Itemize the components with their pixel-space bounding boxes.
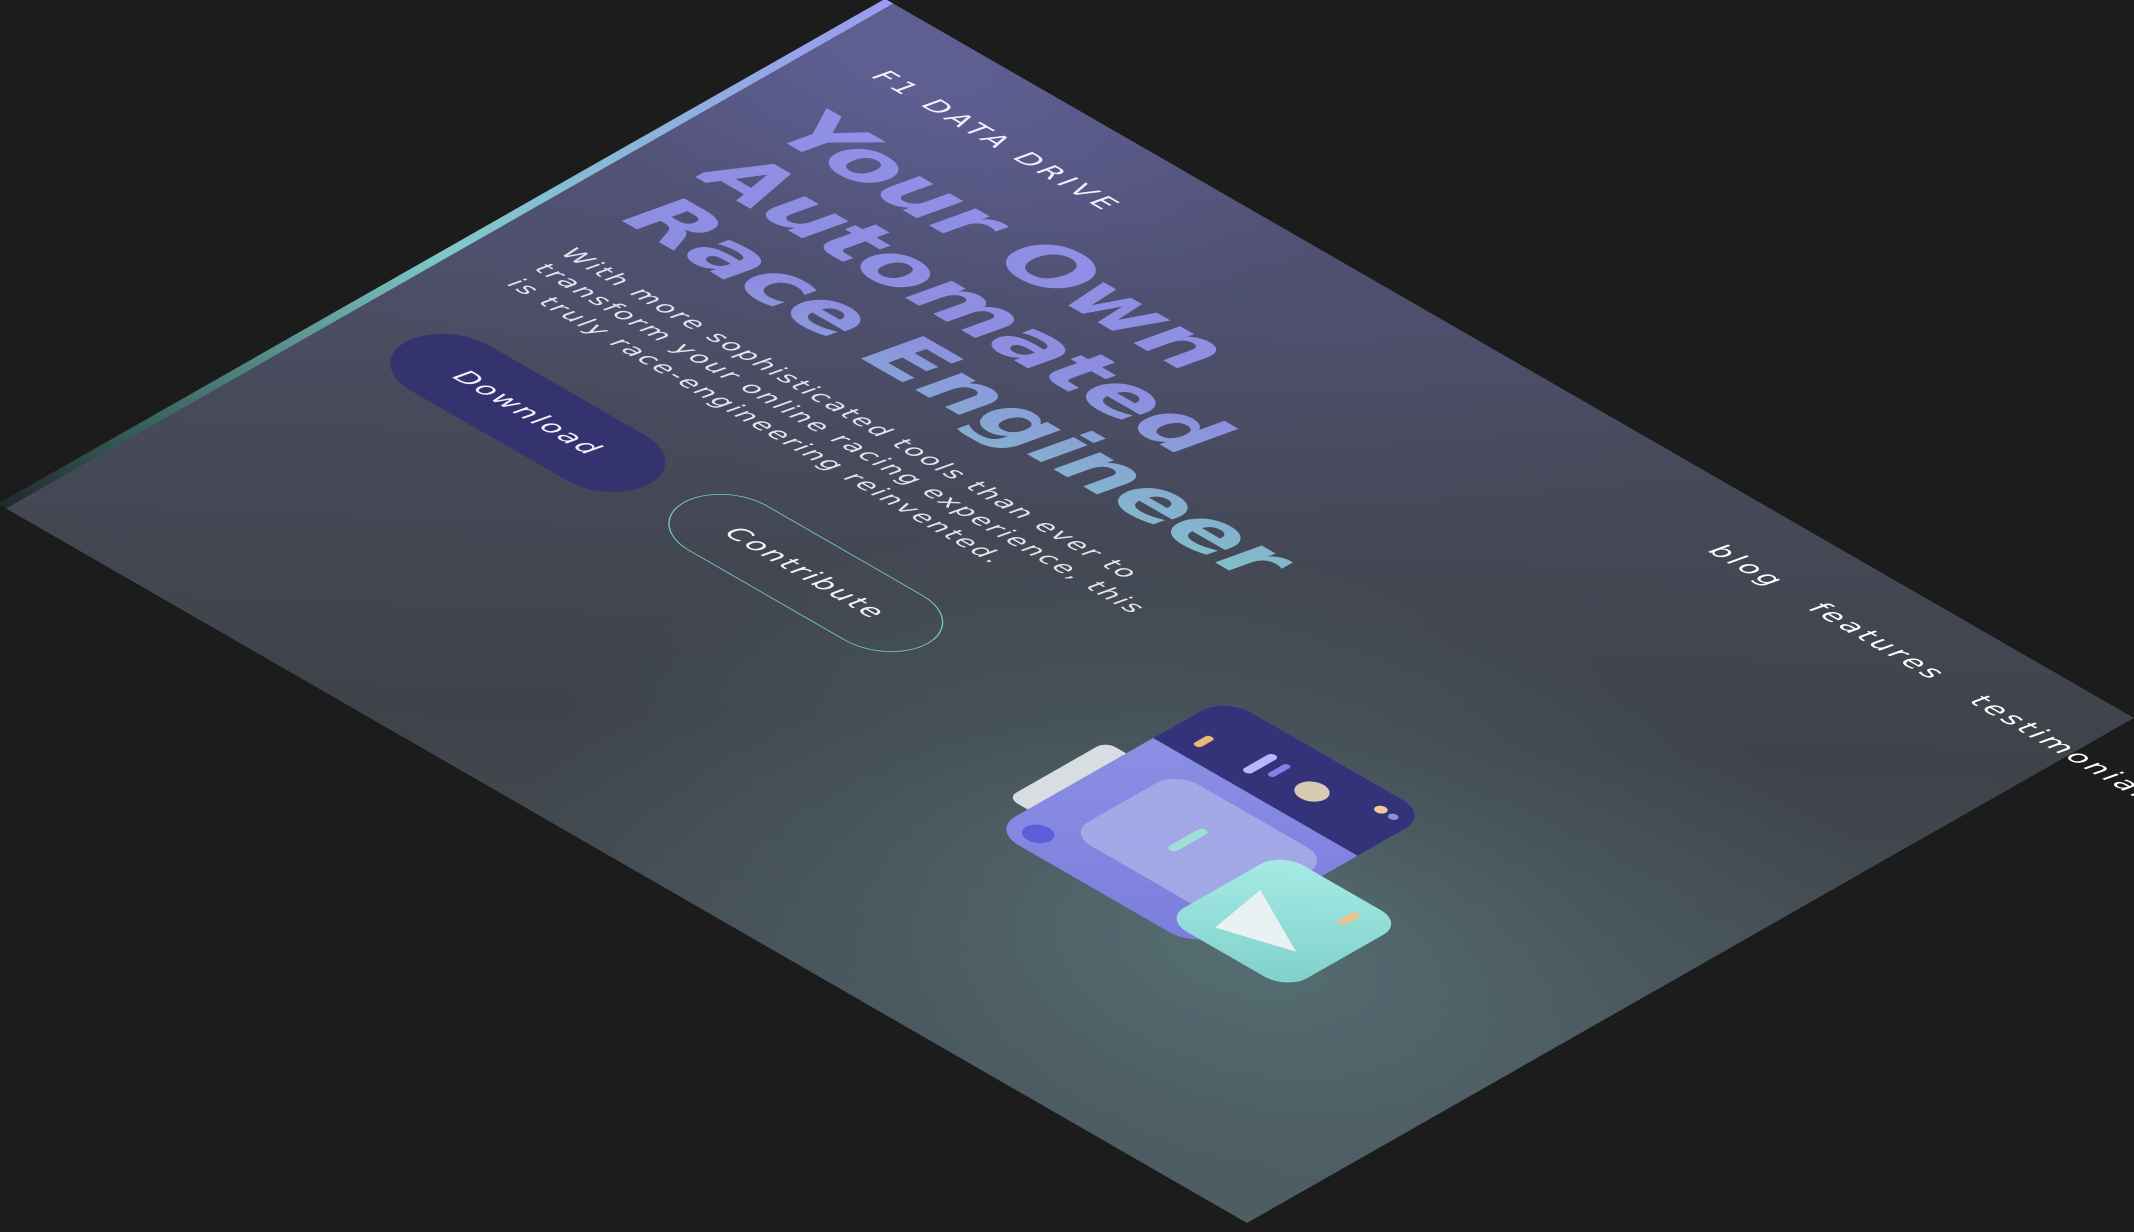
landing-page: F1 DATA DRIVE blog features testimonials… [0,0,2134,1224]
laptop-with-mail-icon [1006,705,1415,983]
top-nav: blog features testimonials [1702,540,2134,812]
nav-item-testimonials[interactable]: testimonials [1963,690,2134,812]
nav-item-features[interactable]: features [1802,598,1954,685]
scene: F1 DATA DRIVE blog features testimonials… [0,0,2134,1232]
nav-item-blog[interactable]: blog [1702,540,1792,592]
headline-line-2: Automated [678,140,1248,468]
